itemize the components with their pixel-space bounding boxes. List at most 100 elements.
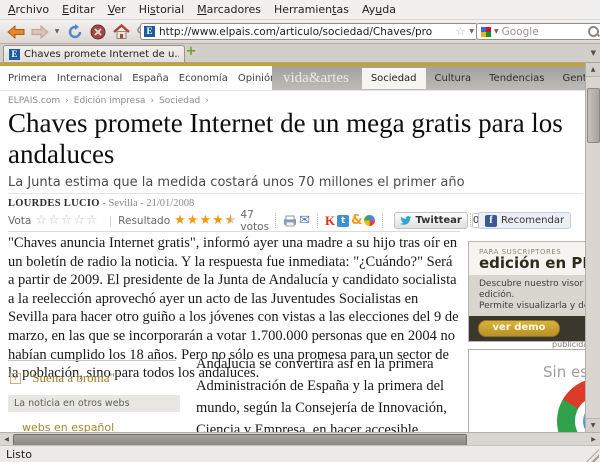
search-input[interactable]: Google	[502, 26, 585, 38]
reload-button[interactable]	[64, 22, 86, 41]
band-tab-tendencias[interactable]: Tendencias	[480, 68, 553, 89]
nav-link-espana[interactable]: España	[132, 73, 168, 84]
menu-herramientas[interactable]: Herramientas	[274, 3, 349, 16]
tuenti-icon[interactable]: t	[337, 214, 349, 228]
other-webs-header: La noticia en otros webs	[8, 395, 180, 412]
separator: |	[109, 215, 113, 227]
vote-label: Vota	[8, 215, 31, 227]
share-ball-icon[interactable]	[364, 214, 375, 228]
pdf-description: Descubre nuestro visor de la edición. Pe…	[469, 275, 585, 316]
print-icon[interactable]	[283, 214, 297, 228]
pdf-promo-box: PARA SUSCRIPTORES edición en PDF Descubr…	[468, 241, 585, 342]
scroll-down-button[interactable]: ▼	[586, 418, 600, 432]
vote-count: 47 votos	[240, 209, 269, 233]
advert-text: Sin espera	[543, 363, 585, 381]
facebook-icon: f	[485, 215, 497, 227]
menu-marcadores[interactable]: Marcadores	[197, 3, 261, 16]
advert-label: publicidad	[552, 340, 585, 349]
related-link[interactable]: + "Suena a broma"	[10, 370, 115, 386]
advert-box[interactable]: Sin espera	[468, 349, 585, 432]
search-icon[interactable]	[588, 26, 599, 37]
back-button[interactable]	[4, 22, 28, 41]
meneame-icon[interactable]: &	[351, 214, 362, 228]
tab-list-dropdown-icon[interactable]: ▼	[591, 49, 596, 57]
status-text: Listo	[6, 448, 32, 461]
page-viewport: Primera Internacional España Economía Op…	[0, 63, 585, 432]
vote-toolbar: Vota ☆☆☆☆☆ | Resultado ★★★★ ★★ 47 votos …	[8, 210, 460, 232]
breadcrumb-separator: ›	[205, 96, 209, 106]
url-bar[interactable]: E http://www.elpais.com/articulo/socieda…	[140, 23, 478, 40]
navigation-toolbar: ▼ E http://www.elpais.com/articulo/socie…	[0, 20, 600, 44]
resize-grip[interactable]	[586, 449, 599, 462]
band-tab-gente[interactable]: Gente	[554, 68, 586, 89]
expand-icon: +	[10, 373, 21, 384]
breadcrumb-sociedad[interactable]: Sociedad	[159, 96, 200, 106]
menu-ver[interactable]: Ver	[108, 3, 126, 16]
vote-stars[interactable]: ☆☆☆☆☆	[35, 213, 98, 228]
stop-button[interactable]	[87, 22, 109, 41]
nav-link-economia[interactable]: Economía	[179, 73, 228, 84]
divider	[8, 360, 176, 361]
other-webs-link[interactable]: webs en español	[22, 421, 114, 432]
history-dropdown-icon[interactable]: ▼	[52, 22, 62, 41]
vertical-scrollbar[interactable]: ▲ ▼	[585, 63, 600, 432]
email-icon[interactable]: ✉	[299, 214, 310, 228]
bookmark-star-icon[interactable]: ☆	[456, 27, 466, 37]
article-headline: Chaves promete Internet de un mega grati…	[8, 108, 585, 170]
article-subhead: La Junta estima que la medida costará un…	[8, 175, 568, 190]
home-button[interactable]	[110, 22, 132, 41]
band-tab-cultura[interactable]: Cultura	[426, 68, 481, 89]
site-navigation: Primera Internacional España Economía Op…	[0, 66, 585, 91]
twitter-share-button[interactable]: Twittear	[394, 212, 467, 229]
browser-window: Archivo Editar Ver Historial Marcadores …	[0, 0, 600, 462]
breadcrumb-separator: ›	[65, 96, 69, 106]
tab-bar: E Chaves promete Internet de u... + ▼	[0, 44, 600, 63]
byline-place: Sevilla	[108, 198, 137, 209]
separator	[317, 213, 318, 228]
chrome-logo-icon	[557, 378, 585, 432]
new-tab-button[interactable]: +	[183, 45, 199, 60]
article-byline: LOURDES LUCIO - Sevilla - 21/01/2008	[8, 193, 583, 209]
result-label: Resultado	[118, 215, 170, 227]
tab-title: Chaves promete Internet de u...	[24, 49, 179, 60]
google-engine-icon[interactable]	[481, 27, 491, 37]
nav-link-internacional[interactable]: Internacional	[57, 73, 122, 84]
engine-dropdown-icon[interactable]: ▼	[494, 28, 499, 35]
menu-historial[interactable]: Historial	[139, 3, 184, 16]
menu-ayuda[interactable]: Ayuda	[362, 3, 396, 16]
twitter-bird-icon	[400, 215, 412, 227]
section-band: vida&artes Sociedad Cultura Tendencias G…	[272, 66, 585, 90]
wikio-icon[interactable]: K	[325, 214, 335, 228]
scroll-left-button[interactable]: ◀	[0, 433, 13, 445]
tab-favicon: E	[9, 49, 20, 60]
horizontal-scrollbar[interactable]: ◀ ▶	[0, 432, 600, 445]
result-half-star: ★★	[225, 213, 237, 228]
breadcrumb-home[interactable]: ELPAIS.com	[8, 96, 60, 106]
vertical-scrollbar-thumb[interactable]	[587, 88, 600, 143]
site-favicon: E	[144, 26, 155, 37]
scroll-up-button[interactable]: ▲	[586, 63, 600, 77]
menu-archivo[interactable]: Archivo	[8, 3, 49, 16]
article-paragraph-2: Andalucía se convertirá así en la primer…	[196, 353, 462, 432]
breadcrumb-edicion[interactable]: Edición impresa	[74, 96, 146, 106]
status-bar: Listo	[0, 445, 600, 462]
forward-button[interactable]	[28, 22, 52, 41]
nav-link-opinion[interactable]: Opinión	[238, 73, 277, 84]
facebook-recommend-button[interactable]: f Recomendar	[478, 212, 571, 229]
byline-date: 21/01/2008	[146, 198, 194, 209]
separator	[470, 213, 471, 227]
result-stars: ★★★★	[174, 213, 225, 228]
breadcrumb: ELPAIS.com › Edición impresa › Sociedad …	[8, 96, 209, 106]
scroll-right-button[interactable]: ▶	[587, 433, 600, 445]
url-text[interactable]: http://www.elpais.com/articulo/sociedad/…	[159, 26, 452, 38]
search-bar[interactable]: ▼ Google	[476, 23, 600, 40]
byline-author: LOURDES LUCIO	[8, 198, 100, 209]
breadcrumb-separator: ›	[150, 96, 154, 106]
nav-link-primera[interactable]: Primera	[8, 73, 47, 84]
tab-active[interactable]: E Chaves promete Internet de u...	[3, 45, 185, 62]
ver-demo-button[interactable]: ver demo	[478, 320, 560, 337]
menu-editar[interactable]: Editar	[62, 3, 95, 16]
menu-bar: Archivo Editar Ver Historial Marcadores …	[0, 0, 600, 20]
url-dropdown-icon[interactable]: ▼	[469, 28, 474, 35]
band-tab-sociedad[interactable]: Sociedad	[362, 68, 426, 89]
